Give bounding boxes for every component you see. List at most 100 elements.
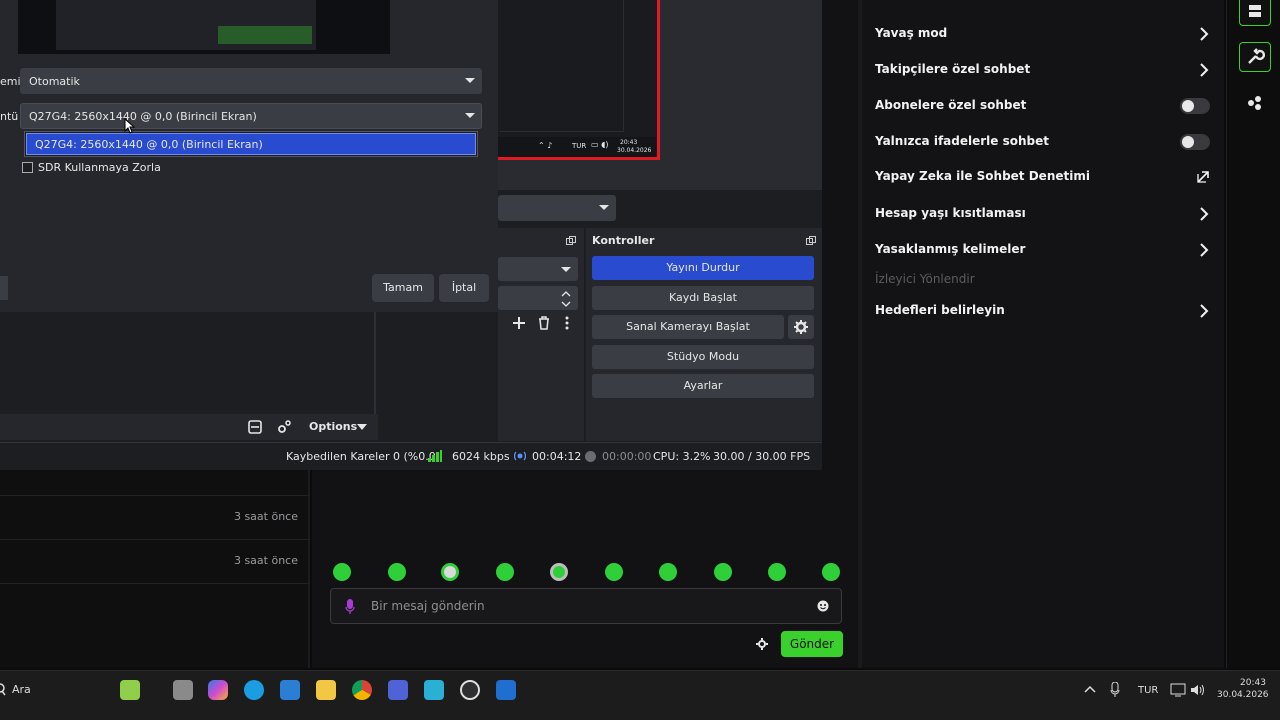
defaults-button-partial[interactable] [0,276,8,300]
display-combo[interactable]: Q27G4: 2560x1440 @ 0,0 (Birincil Ekran) [20,103,482,129]
timestamp: 3 saat önce [233,510,298,523]
more-vertical-icon[interactable] [564,316,570,330]
start-recording-button[interactable]: Kaydı Başlat [592,286,814,310]
setting-ai-moderation[interactable]: Yapay Zeka ile Sohbet Denetimi [875,162,1215,192]
sources-dock [498,228,584,441]
settings-button[interactable]: Ayarlar [592,374,814,398]
chevron-down-icon [465,78,475,83]
chat-message-input[interactable]: Bir mesaj gönderin [330,588,842,624]
setting-emote-only[interactable]: Yalnızca ifadelerle sohbet [875,127,1215,157]
fps: 30.00 / 30.00 FPS [713,450,811,463]
setting-subscribers-only[interactable]: Abonelere özel sohbet [875,91,1215,121]
combo-value: Q27G4: 2560x1440 @ 0,0 (Birincil Ekran) [29,110,257,123]
moderation-tools-button[interactable] [1239,42,1271,72]
copilot-icon[interactable] [208,680,228,700]
gears-icon[interactable] [277,420,291,434]
file-explorer-icon[interactable] [316,680,336,700]
chat-settings-gear-icon[interactable] [756,638,768,650]
tray-time[interactable]: 20:43 [1240,678,1266,688]
setting-followers-only[interactable]: Takipçilere özel sohbet [875,55,1215,85]
teams-icon[interactable] [388,680,408,700]
setting-banned-words[interactable]: Yasaklanmış kelimeler [875,235,1215,265]
add-icon[interactable] [512,316,526,330]
list-item[interactable]: 3 saat önce [0,496,310,540]
stop-stream-button[interactable]: Yayını Durdur [592,256,814,280]
dropdown-option[interactable]: Q27G4: 2560x1440 @ 0,0 (Birincil Ekran) [26,133,476,155]
emote[interactable] [714,563,732,581]
value-spinner[interactable] [498,286,578,310]
field-label-partial: ntü [0,110,19,123]
obs-preview-canvas[interactable]: ⌃ ♪ TUR ▭ ◖) 20:43 30.04.2026 [498,0,660,160]
gear-icon [794,320,808,334]
virtual-camera-settings-button[interactable] [788,315,814,339]
stream-manager-button[interactable] [1239,0,1271,26]
volume-icon[interactable] [1190,683,1206,697]
emote[interactable] [441,563,459,581]
edge-browser-icon[interactable] [244,680,264,700]
screen: 3 saat önce 3 saat önce 3 saat önce Yava… [0,0,1280,720]
taskbar-search-label[interactable]: Ara [12,683,31,696]
chevron-down-icon [561,267,571,272]
float-dock-icon[interactable] [566,236,576,245]
setting-label: Hesap yaşı kısıtlaması [875,206,1026,220]
setting-slow-mode[interactable]: Yavaş mod [875,19,1215,49]
emoji-icon[interactable] [817,600,829,612]
flowers-widget-icon[interactable] [120,680,140,700]
setting-label: Yapay Zeka ile Sohbet Denetimi [875,169,1090,183]
emote[interactable] [822,563,840,581]
network-icon[interactable] [1170,683,1186,697]
emote[interactable] [550,563,568,581]
tray-date[interactable]: 30.04.2026 [1217,690,1269,700]
emote[interactable] [388,563,406,581]
toggle-switch[interactable] [1180,134,1210,150]
tray-date: 30.04.2026 [617,147,652,154]
controls-dock: Kontroller Yayını Durdur Kaydı Başlat Sa… [586,228,822,441]
display-dropdown-list: Q27G4: 2560x1440 @ 0,0 (Birincil Ekran) [24,131,478,157]
sdr-checkbox[interactable] [22,162,33,173]
microphone-icon[interactable] [345,599,355,615]
tray-chevron-up-icon[interactable] [1084,684,1096,694]
emote[interactable] [605,563,623,581]
side-toolbar [1226,0,1280,668]
setting-goals[interactable]: Hedefleri belirleyin [875,296,1215,326]
source-combo[interactable] [498,257,578,281]
trash-icon[interactable] [537,316,551,330]
emote[interactable] [659,563,677,581]
toggle-switch[interactable] [1180,98,1210,114]
emote[interactable] [496,563,514,581]
microphone-icon[interactable] [1110,682,1120,698]
mail-icon[interactable] [280,680,300,700]
start-virtual-camera-button[interactable]: Sanal Kamerayı Başlat [592,315,784,339]
app-icon[interactable] [496,680,516,700]
caret-down-icon [357,424,367,430]
options-button[interactable]: Options [309,420,357,433]
chrome-icon[interactable] [352,680,372,700]
task-view-icon[interactable] [173,680,193,700]
chevron-down-icon [599,205,609,210]
field-label-partial: emi [0,75,21,88]
cancel-button[interactable]: İptal [439,274,489,302]
list-item[interactable]: 3 saat önce [0,540,310,584]
dialog-preview-thumbnail [18,0,390,54]
obs-studio-icon[interactable] [460,680,480,700]
emote[interactable] [768,563,786,581]
capture-method-combo[interactable]: Otomatik [20,68,482,94]
spinner-arrows-icon [561,291,571,307]
filter-icon[interactable] [248,420,262,434]
tray-language[interactable]: TUR [1138,685,1158,696]
community-icon[interactable] [1247,94,1263,110]
studio-mode-button[interactable]: Stüdyo Modu [592,345,814,369]
setting-account-age[interactable]: Hesap yaşı kısıtlaması [875,199,1215,229]
search-icon[interactable] [0,683,6,697]
scene-combo[interactable] [498,195,616,221]
bitrate: 6024 kbps [452,450,510,463]
emote[interactable] [333,563,351,581]
send-button[interactable]: Gönder [781,631,843,657]
float-dock-icon[interactable] [806,236,816,245]
dock-title: Kontroller [592,234,655,247]
ok-button[interactable]: Tamam [372,274,434,302]
notepad-icon[interactable] [424,680,444,700]
record-icon [585,451,596,462]
chevron-right-icon [1200,27,1209,41]
setting-label: Abonelere özel sohbet [875,98,1027,112]
